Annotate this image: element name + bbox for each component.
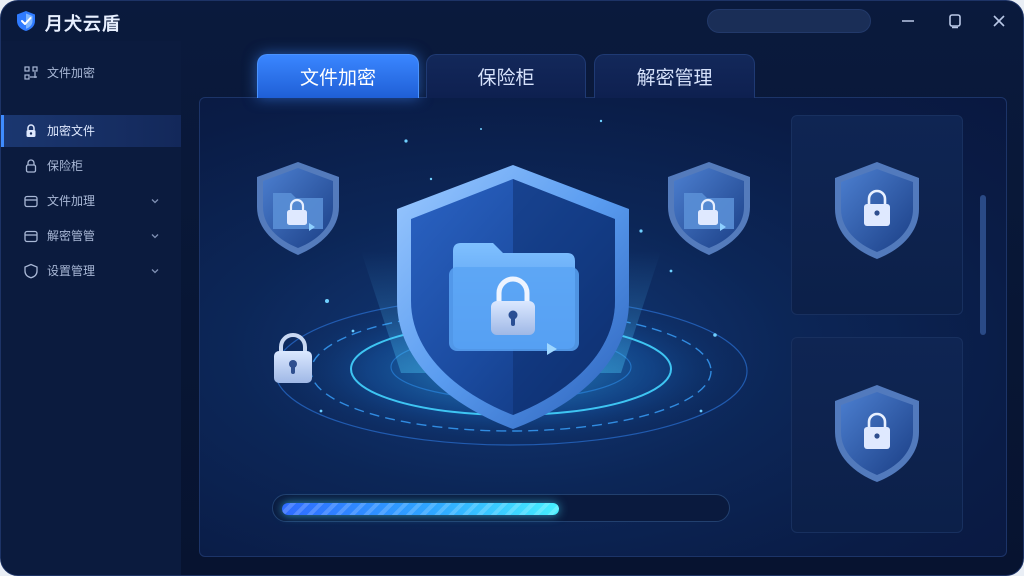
sidebar-item-encrypted-files[interactable]: 加密文件 xyxy=(1,115,181,147)
sidebar-item-file-manage[interactable]: 文件加理 xyxy=(1,185,181,217)
minimize-icon xyxy=(902,20,914,22)
title-bar: 月犬云盾 xyxy=(1,1,1023,41)
sidebar-item-label: 文件加密 xyxy=(47,66,96,80)
search-input[interactable] xyxy=(707,9,871,33)
grid-nodes-icon xyxy=(23,65,39,81)
chevron-down-icon xyxy=(149,195,161,207)
folder-icon xyxy=(23,228,39,244)
sidebar-item-label: 加密文件 xyxy=(47,124,96,138)
lock-outline-icon xyxy=(23,158,39,174)
sidebar-item-settings[interactable]: 设置管理 xyxy=(1,255,181,287)
minimize-button[interactable] xyxy=(898,11,918,31)
tab-vault[interactable]: 保险柜 xyxy=(426,54,586,98)
sidebar-item-vault[interactable]: 保险柜 xyxy=(1,150,181,182)
sidebar-item-label: 解密管管 xyxy=(47,229,96,243)
sidebar-item-label: 保险柜 xyxy=(47,159,84,173)
scrollbar-thumb[interactable] xyxy=(980,195,986,335)
sidebar-item-decrypt-manage[interactable]: 解密管管 xyxy=(1,220,181,252)
progress-fill xyxy=(282,503,559,515)
restore-button[interactable] xyxy=(945,11,965,31)
chevron-down-icon xyxy=(149,265,161,277)
chevron-down-icon xyxy=(149,230,161,242)
sidebar-item-file-encrypt[interactable]: 文件加密 xyxy=(1,57,181,89)
sidebar-item-label: 文件加理 xyxy=(47,194,96,208)
close-icon xyxy=(993,15,1005,27)
shield-logo-icon xyxy=(15,10,37,32)
app-window: 月犬云盾 文件加密 加密文件 保险柜 文件加理 解密管管 设置管理 文件加密 保… xyxy=(0,0,1024,576)
tab-file-encrypt[interactable]: 文件加密 xyxy=(257,54,419,98)
shield-outline-icon xyxy=(23,263,39,279)
folder-icon xyxy=(23,193,39,209)
tab-decrypt-manage[interactable]: 解密管理 xyxy=(594,54,755,98)
sidebar: 文件加密 加密文件 保险柜 文件加理 解密管管 设置管理 xyxy=(1,41,181,575)
encryption-progress-bar xyxy=(272,494,730,522)
close-button[interactable] xyxy=(989,11,1009,31)
restore-icon xyxy=(949,14,961,29)
sidebar-item-label: 设置管理 xyxy=(47,264,96,278)
app-title: 月犬云盾 xyxy=(45,14,121,35)
lock-icon xyxy=(23,123,39,139)
